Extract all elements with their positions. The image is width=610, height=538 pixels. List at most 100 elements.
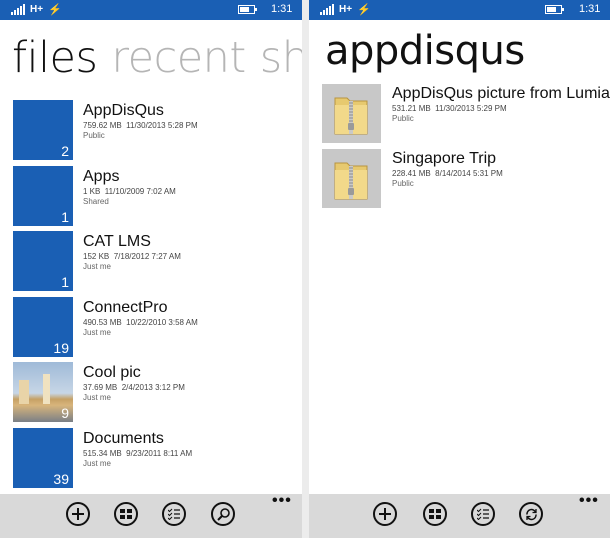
sync-icon [525,508,537,520]
list-item[interactable]: 9 Cool pic 37.69 MB 2/4/2013 3:12 PM Just m… [13,362,302,428]
item-date: 9/23/2011 8:11 AM [126,448,193,458]
item-name: Apps [83,167,120,185]
item-name: CAT LMS [83,233,151,250]
item-size: 1 KB [83,186,101,196]
pivot-header: files recent shared [12,34,302,82]
battery-icon [545,5,564,14]
item-date: 10/22/2010 3:58 AM [126,317,198,327]
item-details: 515.34 MB 9/23/2011 8:11 AM [83,449,298,459]
item-name: AppDisQus [83,102,164,119]
folder-screen: H+ ⚡ 1:31 appdisqus AppDisQus picture fr… [309,0,610,538]
list-item[interactable]: 2 AppDisQus 759.62 MB 11/30/2013 5:28 PM Pu… [13,100,302,166]
item-sharing: Shared [83,196,109,206]
network-type: H+ [30,4,44,15]
clock: 1:31 [271,3,293,15]
network-type: H+ [339,4,353,15]
item-details: 490.53 MB 10/22/2010 3:58 AM [83,318,298,328]
item-size: 37.69 MB [83,383,118,392]
item-size: 228.41 MB [392,169,431,178]
signal-icon [11,4,25,15]
list-item[interactable]: Singapore Trip 228.41 MB 8/14/2014 5:31 P… [322,149,610,214]
page-title: appdisqus [325,28,525,74]
multi-select-button[interactable] [162,502,186,526]
data-sync-icon: ⚡ [357,4,371,16]
photo-thumbnail: 9 [13,362,73,422]
list-item[interactable]: 1 CAT LMS 152 KB 7/18/2012 7:27 AM Just me [13,231,302,297]
zip-folder-icon [334,162,368,200]
item-size: 152 KB [83,252,110,261]
item-details: 1 KB 11/10/2009 7:02 AM [83,187,298,197]
select-button[interactable] [114,502,138,526]
zip-folder-tile [322,84,381,143]
status-bar: H+ ⚡ 1:31 [309,0,610,20]
item-details: 37.69 MB 2/4/2013 3:12 PM [83,383,298,393]
item-sharing: Public [392,114,414,123]
folder-tile: 2 [13,100,73,160]
item-size: 515.34 MB [83,448,122,458]
item-name: Documents [83,429,164,447]
folder-contents-list: AppDisQus picture from Lumia 531.21 MB 11… [322,84,610,214]
item-sharing: Just me [83,327,112,337]
item-details: 531.21 MB 11/30/2013 5:29 PM [392,104,610,114]
sync-button[interactable] [519,502,543,526]
battery-icon [238,5,257,14]
select-button[interactable] [423,502,447,526]
select-icon [429,509,441,519]
search-icon [216,507,230,521]
search-button[interactable] [211,502,235,526]
clock: 1:31 [579,3,601,15]
add-icon [72,508,84,520]
item-count: 1 [61,208,69,225]
item-sharing: Just me [83,262,112,271]
item-details: 759.62 MB 11/30/2013 5:28 PM [83,121,298,131]
item-date: 7/18/2012 7:27 AM [113,252,181,261]
files-screen: H+ ⚡ 1:31 files recent shared 2 AppDisQus 75… [0,0,302,538]
folder-tile: 1 [13,165,73,226]
item-count: 19 [53,339,69,356]
item-date: 8/14/2014 5:31 PM [435,169,503,178]
app-bar: ••• [0,492,302,538]
item-count: 1 [61,274,69,290]
item-count: 9 [61,405,69,421]
more-button[interactable]: ••• [272,492,292,510]
item-date: 2/4/2013 3:12 PM [121,383,185,392]
item-size: 759.62 MB [83,121,122,130]
list-item[interactable]: AppDisQus picture from Lumia 531.21 MB 11… [322,84,610,149]
item-count: 2 [61,143,69,159]
item-details: 152 KB 7/18/2012 7:27 AM [83,252,298,262]
item-date: 11/30/2013 5:29 PM [435,104,507,113]
more-button[interactable]: ••• [579,492,599,510]
item-name: AppDisQus picture from Lumia [392,85,610,102]
add-button[interactable] [373,502,397,526]
file-list: 2 AppDisQus 759.62 MB 11/30/2013 5:28 PM Pu… [13,100,302,493]
multi-select-icon [477,508,489,520]
item-count: 39 [53,470,69,487]
list-item[interactable]: 19 ConnectPro 490.53 MB 10/22/2010 3:58 AM… [13,296,302,363]
list-item[interactable]: 1 Apps 1 KB 11/10/2009 7:02 AM Shared [13,165,302,232]
folder-tile: 39 [13,427,73,488]
zip-folder-icon [334,97,368,135]
multi-select-icon [168,508,180,520]
item-date: 11/10/2009 7:02 AM [104,186,176,196]
item-size: 490.53 MB [83,317,122,327]
item-sharing: Public [392,179,414,188]
zip-folder-tile [322,149,381,208]
item-name: Cool pic [83,364,141,381]
screen-divider [302,0,309,538]
list-item[interactable]: 39 Documents 515.34 MB 9/23/2011 8:11 AM Ju… [13,427,302,494]
status-bar: H+ ⚡ 1:31 [0,0,302,20]
item-size: 531.21 MB [392,104,431,113]
select-icon [120,509,132,519]
tab-shared[interactable]: shared [260,33,302,83]
item-sharing: Public [83,131,105,140]
item-sharing: Just me [83,393,112,402]
add-button[interactable] [66,502,90,526]
tab-files[interactable]: files [12,33,98,83]
folder-tile: 19 [13,296,73,357]
folder-tile: 1 [13,231,73,291]
multi-select-button[interactable] [471,502,495,526]
data-sync-icon: ⚡ [48,4,62,16]
item-name: ConnectPro [83,298,168,316]
add-icon [379,508,391,520]
tab-recent[interactable]: recent [111,33,246,83]
